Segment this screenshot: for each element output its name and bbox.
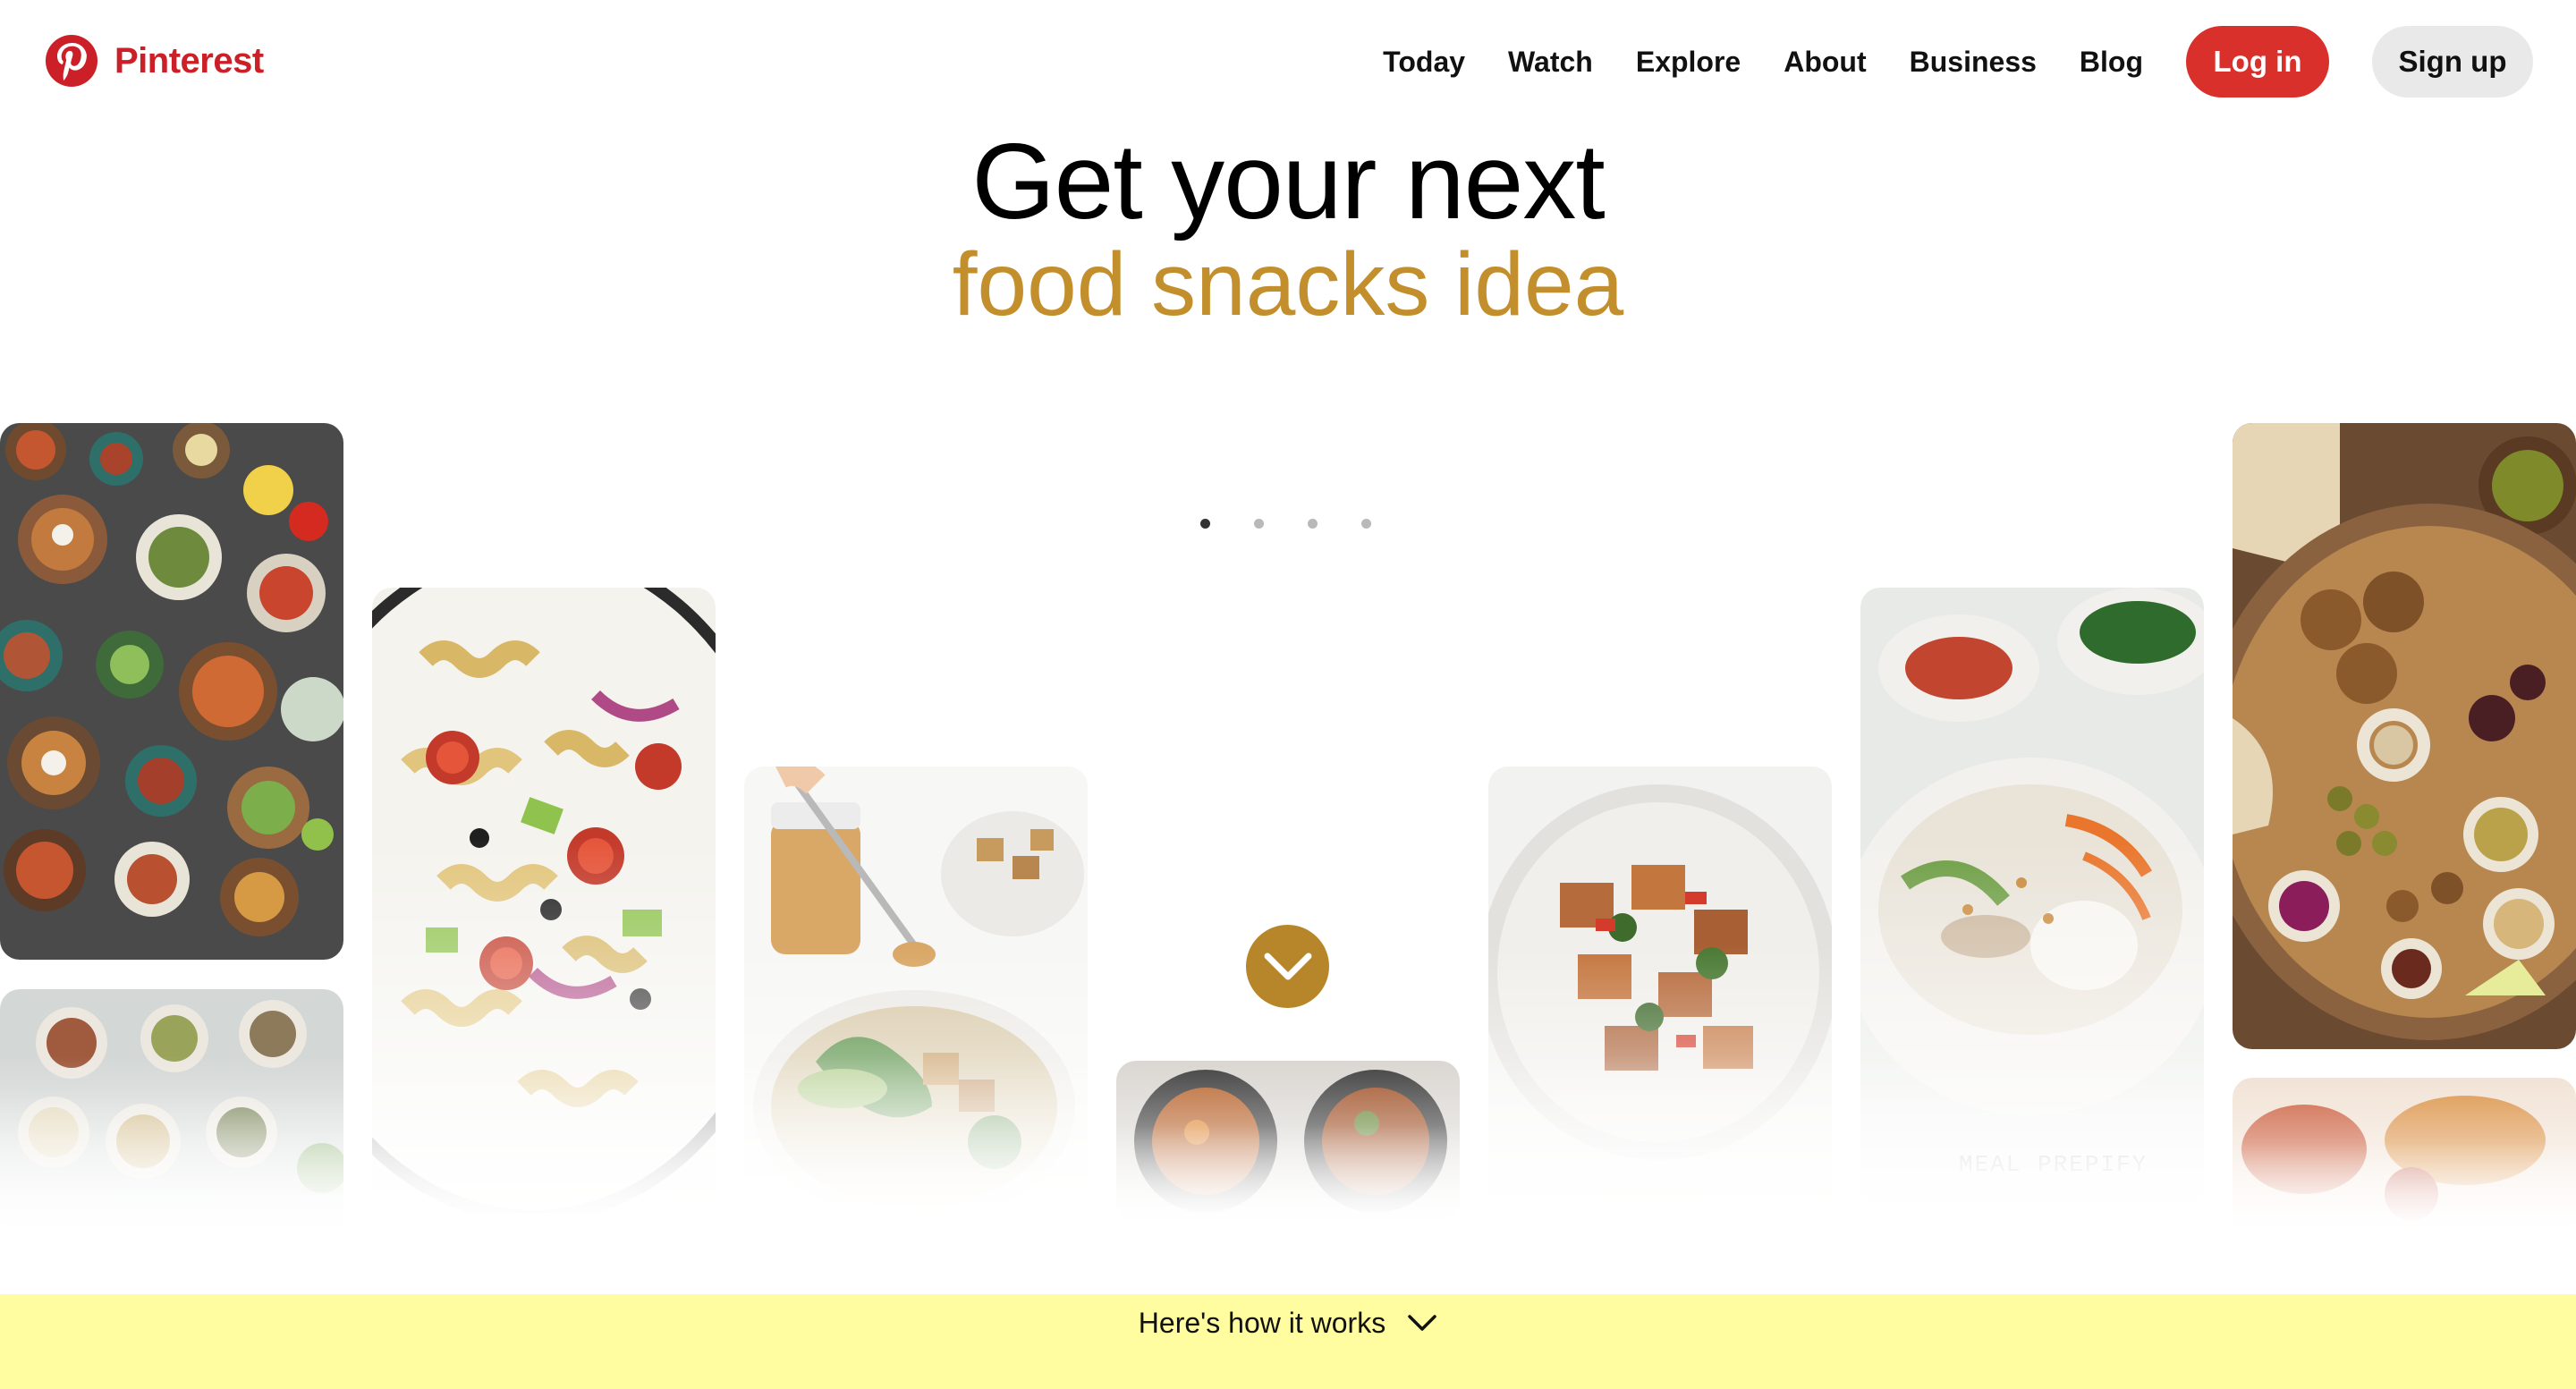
carousel-dot-2[interactable]: [1254, 519, 1264, 529]
pinterest-logo-link[interactable]: Pinterest: [45, 34, 264, 88]
how-it-works-button[interactable]: Here's how it works: [0, 1294, 2576, 1351]
pinterest-logo-icon: [46, 35, 97, 87]
chevron-down-icon: [1264, 953, 1311, 979]
assorted-bowls-image: [0, 423, 343, 960]
nav-blog[interactable]: Blog: [2080, 46, 2143, 79]
carousel-dot-4[interactable]: [1361, 519, 1371, 529]
how-it-works-bar: Here's how it works: [0, 1294, 2576, 1389]
chevron-down-icon: [1408, 1315, 1436, 1331]
noodle-salad-bowl-image: MEAL PREPIFY: [1860, 588, 2204, 1214]
food-image-tile[interactable]: [0, 423, 343, 960]
brand-name: Pinterest: [114, 40, 264, 80]
hero-title: Get your next: [971, 122, 1605, 241]
food-image-tile[interactable]: [2233, 423, 2576, 1049]
top-nav: Today Watch Explore About Business Blog …: [1383, 26, 2533, 97]
nav-business[interactable]: Business: [1910, 46, 2037, 79]
food-image-tile[interactable]: MEAL PREPIFY: [1860, 588, 2204, 1214]
food-image-tile[interactable]: [372, 588, 716, 1214]
nav-explore[interactable]: Explore: [1636, 46, 1741, 79]
top-header: Pinterest Today Watch Explore About Busi…: [0, 0, 2576, 125]
carousel-dot-3[interactable]: [1308, 519, 1318, 529]
carousel-dot-1[interactable]: [1200, 519, 1210, 529]
pasta-salad-image: [372, 588, 716, 1214]
food-image-tile[interactable]: [2233, 1078, 2576, 1239]
nav-watch[interactable]: Watch: [1508, 46, 1593, 79]
signup-button[interactable]: Sign up: [2372, 26, 2533, 97]
meal-prepify-caption: MEAL PREPIFY: [1959, 1151, 2148, 1178]
curry-bowls-image: [1116, 1061, 1460, 1222]
peanut-sauce-bowl-image: [744, 766, 1088, 1214]
falafel-platter-image: [2233, 423, 2576, 1049]
food-image-tile[interactable]: [744, 766, 1088, 1214]
carousel-dots: [1200, 519, 1415, 529]
tofu-stir-fry-image: [1488, 766, 1832, 1214]
login-button[interactable]: Log in: [2186, 26, 2329, 97]
hero-subtitle: food snacks idea: [952, 234, 1624, 335]
food-image-tile[interactable]: [0, 989, 343, 1240]
platter-dish-image: [2233, 1078, 2576, 1239]
scroll-down-button[interactable]: [1246, 925, 1329, 1008]
nav-about[interactable]: About: [1784, 46, 1866, 79]
food-image-tile[interactable]: [1116, 1061, 1460, 1222]
nav-today[interactable]: Today: [1383, 46, 1465, 79]
how-it-works-label: Here's how it works: [1138, 1306, 1386, 1339]
food-image-tile[interactable]: [1488, 766, 1832, 1214]
hero-heading: Get your next food snacks idea: [0, 123, 2576, 333]
grains-beans-image: [0, 989, 343, 1240]
